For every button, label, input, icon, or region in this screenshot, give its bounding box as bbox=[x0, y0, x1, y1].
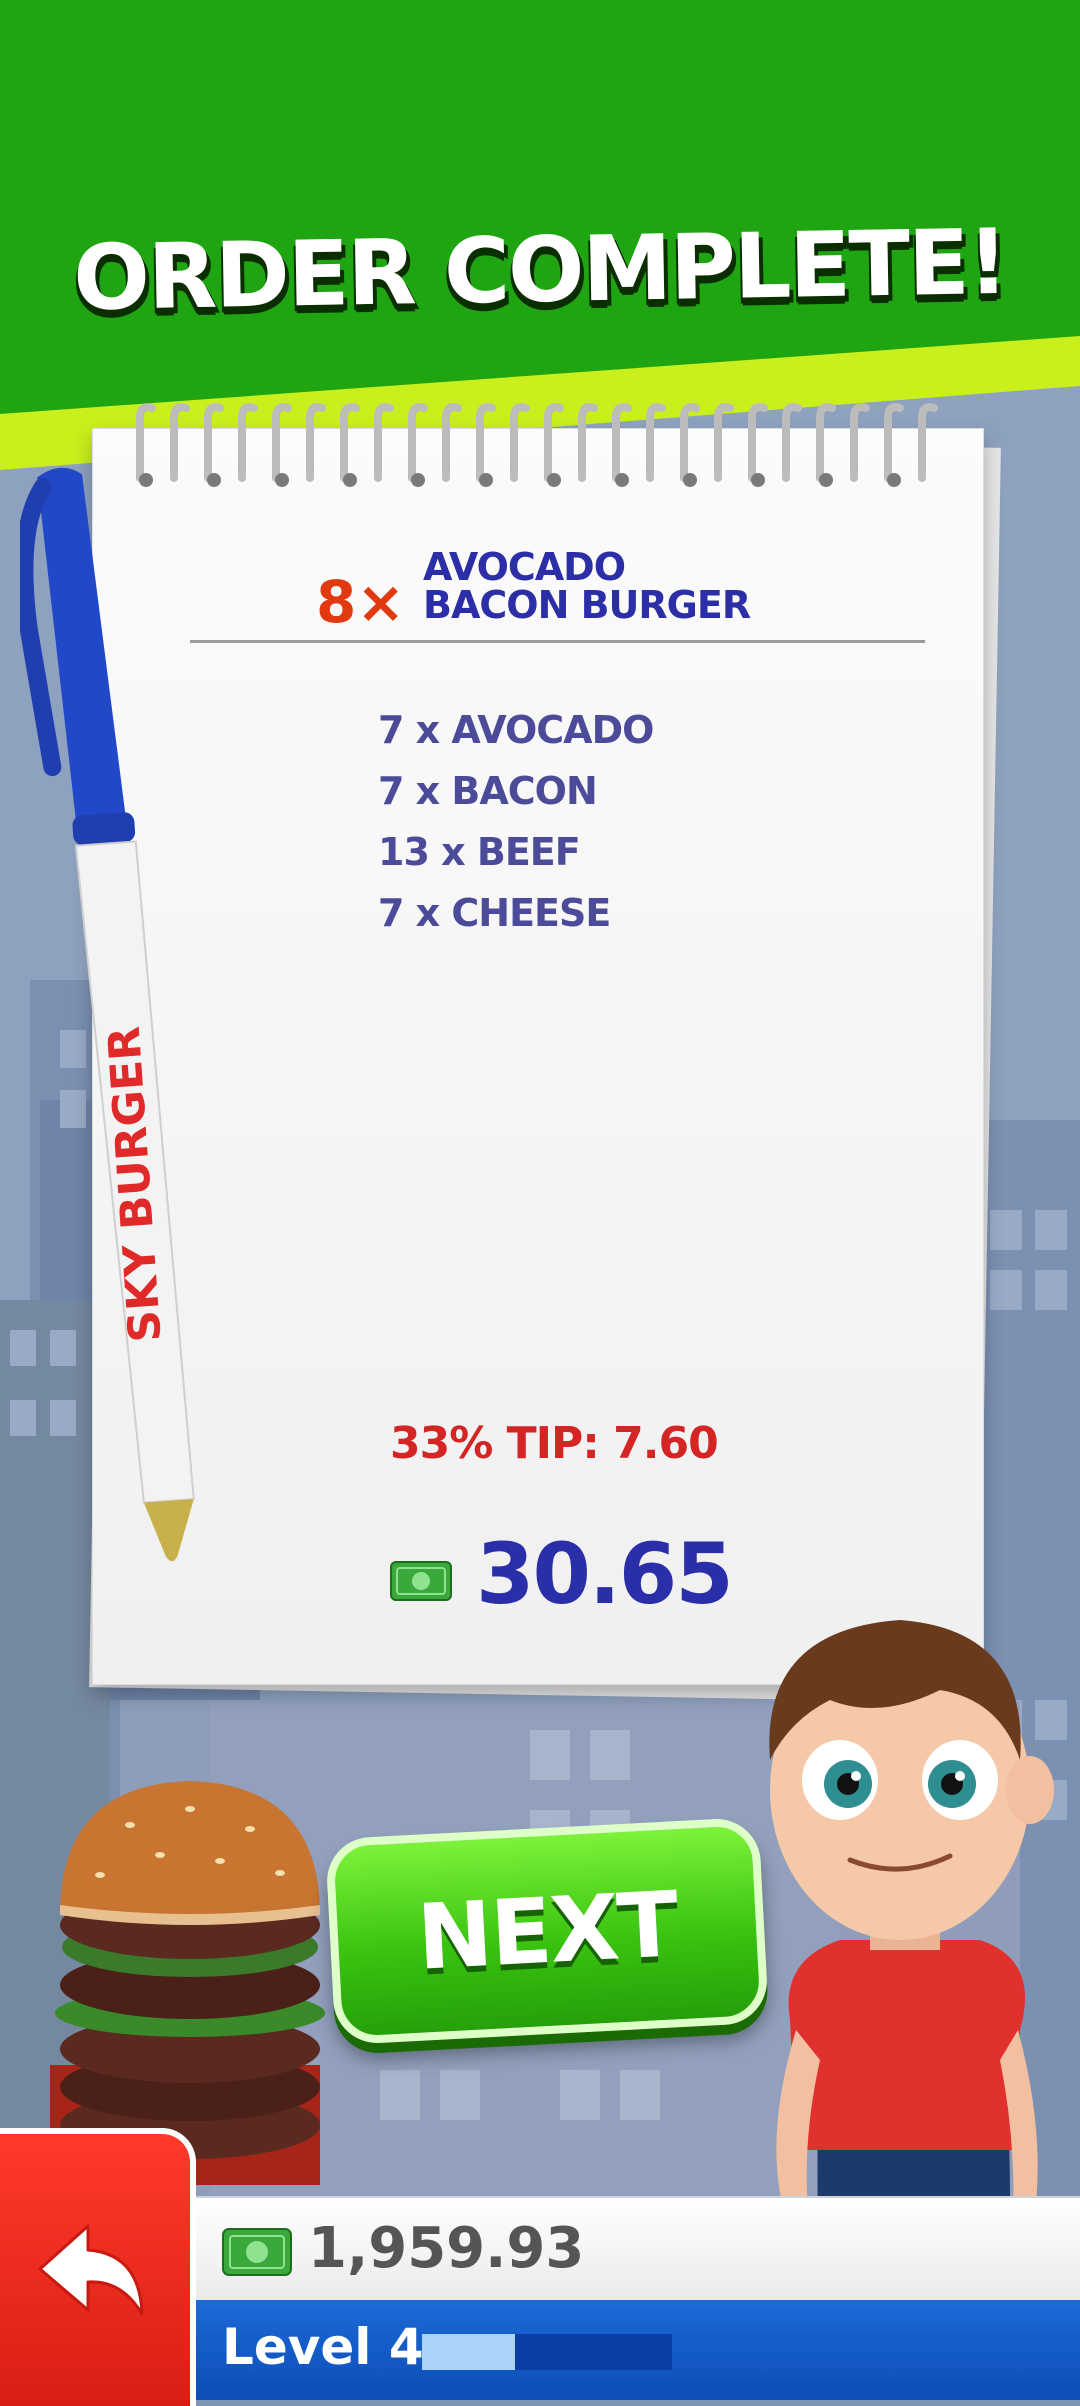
order-header: 8× AVOCADO BACON BURGER bbox=[316, 548, 956, 638]
ingredient-item: 7 x CHEESE bbox=[378, 891, 611, 935]
wallet-bar: 1,959.93 bbox=[190, 2196, 1080, 2308]
back-arrow-icon bbox=[38, 2224, 144, 2316]
cash-icon bbox=[222, 2228, 292, 2276]
tip-text: 33% TIP: 7.60 bbox=[390, 1418, 719, 1469]
order-quantity: 8× bbox=[316, 568, 405, 636]
level-progress-track bbox=[422, 2334, 672, 2370]
ingredient-list: 7 x AVOCADO 7 x BACON 13 x BEEF 7 x CHEE… bbox=[378, 700, 654, 944]
ingredient-item: 13 x BEEF bbox=[378, 830, 581, 874]
burger-stack bbox=[50, 1781, 325, 2185]
ingredient-item: 7 x AVOCADO bbox=[378, 708, 654, 752]
back-button[interactable] bbox=[0, 2128, 196, 2406]
pen-icon: SKY BURGER bbox=[20, 467, 195, 1562]
money-balance: 1,959.93 bbox=[308, 2216, 585, 2281]
ingredient-item: 7 x BACON bbox=[378, 769, 598, 813]
level-bar: Level 4 bbox=[190, 2300, 1080, 2400]
burger-name-line2: BACON BURGER bbox=[423, 583, 751, 627]
level-label: Level 4 bbox=[222, 2318, 424, 2376]
svg-text:SKY BURGER: SKY BURGER bbox=[99, 1025, 172, 1344]
cash-icon bbox=[390, 1561, 452, 1601]
total-amount: 30.65 bbox=[476, 1525, 734, 1623]
order-divider bbox=[190, 640, 925, 643]
burger-name: AVOCADO BACON BURGER bbox=[423, 545, 751, 627]
burger-name-line1: AVOCADO bbox=[423, 545, 626, 589]
next-button-label: NEXT bbox=[414, 1871, 680, 1991]
page-title: ORDER COMPLETE! bbox=[72, 209, 1008, 332]
level-progress-fill bbox=[422, 2334, 515, 2370]
